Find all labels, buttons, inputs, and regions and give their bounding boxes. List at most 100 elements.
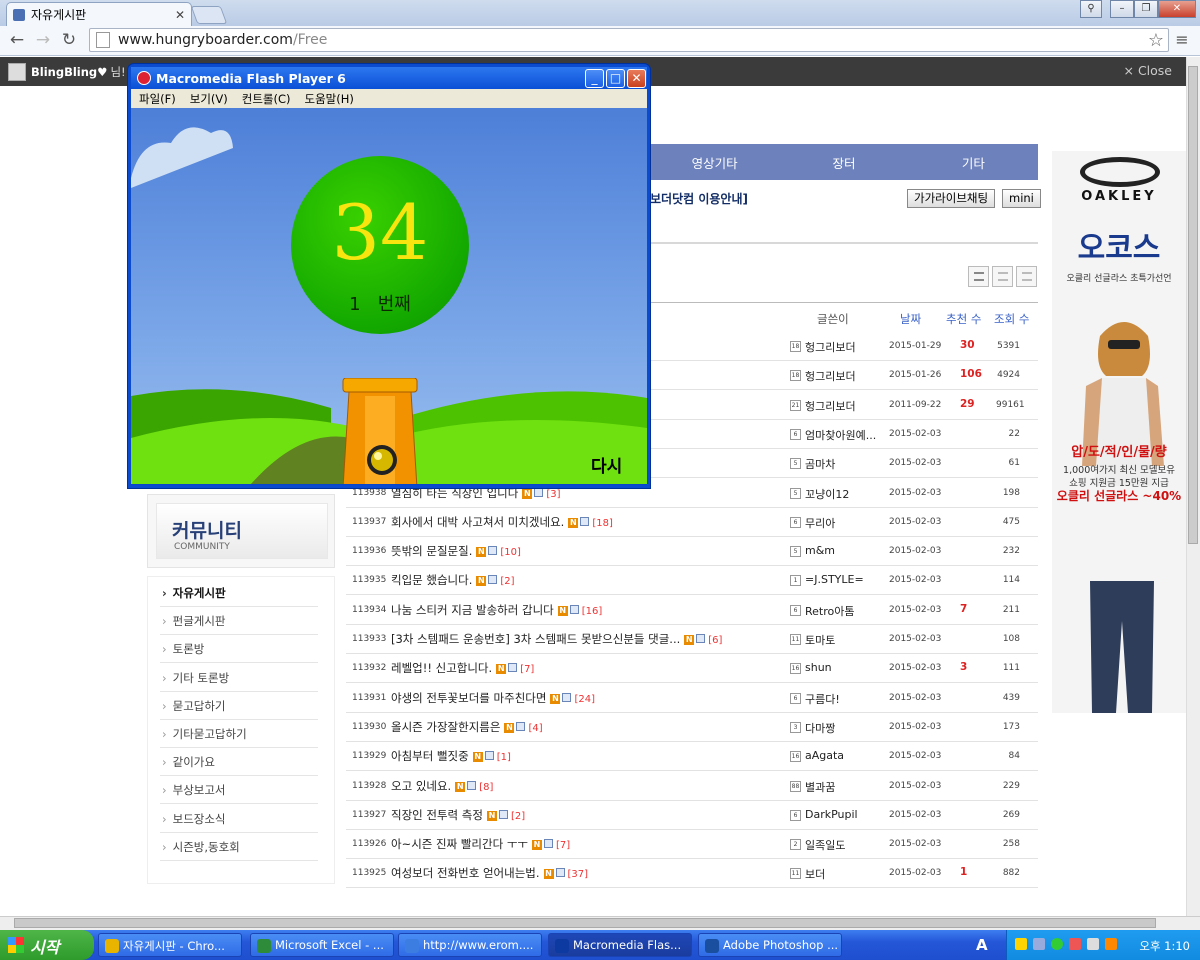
reload-icon[interactable]: ↻ [58, 29, 80, 51]
sidebar-item[interactable]: 펀글게시판 [160, 607, 318, 636]
table-row[interactable]: 113933 [3차 스템패드 운송번호] 3차 스템패드 못받으신분들 댓글..… [346, 625, 1038, 654]
back-icon[interactable]: ← [6, 29, 28, 51]
start-button[interactable]: 시작 [0, 930, 94, 960]
menu-help[interactable]: 도움말(H) [305, 91, 354, 107]
webzine-view-button[interactable] [992, 266, 1013, 287]
menu-file[interactable]: 파일(F) [139, 91, 176, 107]
clock[interactable]: 오후 1:10 [1139, 938, 1190, 954]
flash-titlebar[interactable]: Macromedia Flash Player 6 [131, 67, 647, 89]
post-author[interactable]: 헝그리보더 [805, 368, 856, 384]
nav-item-market[interactable]: 장터 [779, 153, 908, 172]
post-author[interactable]: 보더 [805, 866, 825, 882]
post-subject[interactable]: 레벨업!! 신고합니다. N [7] [391, 660, 534, 676]
post-subject[interactable]: 직장인 전투력 측정 N [2] [391, 807, 525, 823]
post-subject[interactable]: 아침부터 뻘짓중 N [1] [391, 748, 511, 764]
post-author[interactable]: 다마짱 [805, 720, 835, 736]
table-row[interactable]: 113931 야생의 전투꽃보더를 마주친다면 N [24] 6 구름다! 2015-02-… [346, 684, 1038, 713]
vertical-scroll-thumb[interactable] [1188, 66, 1198, 544]
menu-view[interactable]: 보기(V) [190, 91, 228, 107]
sidebar-item[interactable]: 묻고답하기 [160, 692, 318, 720]
sidebar-item[interactable]: 부상보고서 [160, 776, 318, 805]
sidebar-item[interactable]: 자유게시판 [160, 579, 318, 607]
flash-player-window[interactable]: Macromedia Flash Player 6 _ □ ✕ 파일(F) 보기… [128, 64, 650, 488]
address-bar[interactable]: www.hungryboarder.com/Free [89, 28, 1169, 52]
post-author[interactable]: =J.STYLE= [805, 573, 864, 586]
table-row[interactable]: 113925 여성보더 전화번호 얻어내는법. N [37] 11 보더 2015-02-0… [346, 859, 1038, 889]
table-row[interactable]: 113930 올시즌 가장잘한지름은 N [4] 3 다마짱 2015-02-03 173 [346, 713, 1038, 742]
post-author[interactable]: m&m [805, 544, 835, 557]
table-row[interactable]: 113937 회사에서 대박 사고쳐서 미치겠네요. N [18] 6 무리아 2015-0… [346, 508, 1038, 537]
flash-minimize-button[interactable]: _ [585, 69, 604, 88]
post-author[interactable]: 구름다! [805, 691, 840, 707]
tray-security-icon[interactable] [1051, 938, 1063, 950]
post-author[interactable]: aAgata [805, 749, 844, 762]
post-author[interactable]: 헝그리보더 [805, 339, 856, 355]
header-views[interactable]: 조회 수 [994, 311, 1029, 327]
tab-close-icon[interactable]: ✕ [175, 8, 185, 22]
taskbar-task[interactable]: Macromedia Flas... [548, 933, 692, 957]
post-subject[interactable]: 나눔 스티커 지금 발송하러 갑니다 N [16] [391, 602, 602, 618]
tray-update-icon[interactable] [1105, 938, 1117, 950]
post-subject[interactable]: 킥입문 했습니다. N [2] [391, 572, 515, 588]
table-row[interactable]: 113936 뜻밖의 문질문질. N [10] 5 m&m 2015-02-03 232 [346, 537, 1038, 567]
tab-active[interactable]: 자유게시판 ✕ [6, 2, 192, 26]
sidebar-item[interactable]: 기타묻고답하기 [160, 720, 318, 748]
list-view-button[interactable] [968, 266, 989, 287]
flash-close-button[interactable]: ✕ [627, 69, 646, 88]
taskbar-task[interactable]: http://www.erom.... [398, 933, 542, 957]
table-row[interactable]: 113935 킥입문 했습니다. N [2] 1 =J.STYLE= 2015-02-03 1… [346, 566, 1038, 596]
forward-icon[interactable]: → [32, 29, 54, 51]
ad-banner[interactable]: OAKLEY 오코스 오클리 선글라스 초특가선언 압/도/적/인/물/량 1,… [1052, 151, 1186, 713]
sidebar-item[interactable]: 기타 토론방 [160, 664, 318, 692]
taskbar-task[interactable]: 자유게시판 - Chro... [98, 933, 242, 957]
tray-volume-icon[interactable] [1087, 938, 1099, 950]
live-chat-button[interactable]: 가가라이브채팅 [907, 189, 996, 208]
post-author[interactable]: 무리아 [805, 515, 835, 531]
retry-button[interactable]: 다시 [591, 452, 622, 477]
window-close-button[interactable]: ✕ [1158, 0, 1196, 18]
table-row[interactable]: 113932 레벨업!! 신고합니다. N [7] 16 shun 2015-02-03 3 1… [346, 654, 1038, 684]
table-row[interactable]: 113926 아~시즌 진짜 빨리간다 ㅜㅜ N [7] 2 일족일도 2015-02-03… [346, 830, 1038, 860]
restore-button[interactable]: ❐ [1134, 0, 1158, 18]
tray-network-icon[interactable] [1033, 938, 1045, 950]
post-author[interactable]: 꼬냥이12 [805, 486, 849, 502]
nav-item-video[interactable]: 영상기타 [650, 153, 779, 172]
post-subject[interactable]: 야생의 전투꽃보더를 마주친다면 N [24] [391, 690, 595, 706]
post-author[interactable]: 헝그리보더 [805, 398, 856, 414]
post-author[interactable]: Retro아톰 [805, 603, 854, 619]
tray-app-icon[interactable] [1069, 938, 1081, 950]
table-row[interactable]: 113934 나눔 스티커 지금 발송하러 갑니다 N [16] 6 Retro아톰 201… [346, 596, 1038, 625]
language-indicator[interactable]: A [976, 936, 988, 954]
post-author[interactable]: 일족일도 [805, 837, 845, 853]
post-subject[interactable]: 회사에서 대박 사고쳐서 미치겠네요. N [18] [391, 514, 613, 530]
table-row[interactable]: 113929 아침부터 뻘짓중 N [1] 16 aAgata 2015-02-03 84 [346, 742, 1038, 772]
sidebar-item[interactable]: 시즌방,동호회 [160, 833, 318, 861]
minimize-button[interactable]: – [1110, 0, 1134, 18]
taskbar-task[interactable]: Microsoft Excel - ... [250, 933, 394, 957]
mini-button[interactable]: mini [1002, 189, 1041, 208]
sidebar-item[interactable]: 같이가요 [160, 748, 318, 777]
menu-wrench-icon[interactable]: ≡ [1172, 30, 1192, 49]
menu-control[interactable]: 컨트롤(C) [242, 91, 291, 107]
header-recommend[interactable]: 추천 수 [946, 311, 981, 327]
post-subject[interactable]: [3차 스템패드 운송번호] 3차 스템패드 못받으신분들 댓글... N [6] [391, 631, 722, 647]
post-author[interactable]: shun [805, 661, 832, 674]
user-icon[interactable]: ⚲ [1080, 0, 1102, 18]
sidebar-item[interactable]: 보드장소식 [160, 805, 318, 833]
post-subject[interactable]: 오고 있네요. N [8] [391, 778, 493, 794]
post-subject[interactable]: 올시즌 가장잘한지름은 N [4] [391, 719, 543, 735]
bookmark-star-icon[interactable]: ☆ [1148, 30, 1164, 51]
post-subject[interactable]: 아~시즌 진짜 빨리간다 ㅜㅜ N [7] [391, 836, 570, 852]
nav-item-etc[interactable]: 기타 [909, 153, 1038, 172]
notice-link[interactable]: 보더닷컴 이용안내] [650, 190, 748, 207]
tray-chat-icon[interactable] [1015, 938, 1027, 950]
username[interactable]: BlingBling♥ [31, 65, 107, 79]
header-date[interactable]: 날짜 [900, 311, 921, 327]
table-row[interactable]: 113927 직장인 전투력 측정 N [2] 6 DarkPupil 2015-02-03… [346, 801, 1038, 830]
gallery-view-button[interactable] [1016, 266, 1037, 287]
post-author[interactable]: 곰마차 [805, 456, 835, 472]
taskbar-task[interactable]: Adobe Photoshop ... [698, 933, 842, 957]
post-author[interactable]: 별과꿈 [805, 779, 835, 795]
flash-maximize-button[interactable]: □ [606, 69, 625, 88]
table-row[interactable]: 113928 오고 있네요. N [8] 88 별과꿈 2015-02-03 229 [346, 772, 1038, 801]
